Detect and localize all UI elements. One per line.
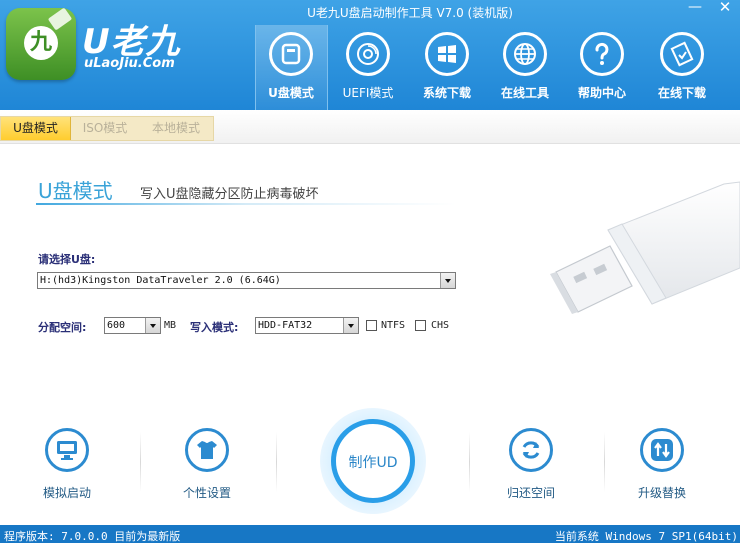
minimize-button[interactable]: — (680, 0, 710, 20)
section-divider (36, 203, 456, 205)
tab-local-mode[interactable]: 本地模式 (139, 117, 213, 140)
version-status: 程序版本: 7.0.0.0 目前为最新版 (4, 530, 181, 543)
globe-icon (503, 32, 547, 76)
nav-help-center[interactable]: 帮助中心 (567, 28, 637, 106)
nav-label: U盘模式 (268, 86, 314, 100)
window-title: U老九U盘启动制作工具 V7.0 (装机版) (307, 6, 513, 20)
ntfs-label: NTFS (381, 320, 406, 331)
question-icon (580, 32, 624, 76)
disc-icon (346, 32, 390, 76)
tab-iso-mode[interactable]: ISO模式 (71, 117, 139, 140)
chs-checkbox[interactable] (415, 320, 426, 331)
nav-label: 在线下载 (657, 86, 706, 100)
toolbar-divider (604, 432, 605, 492)
mode-tabs: U盘模式 ISO模式 本地模式 (0, 116, 214, 141)
tab-usb-mode[interactable]: U盘模式 (1, 117, 71, 140)
chevron-down-icon[interactable] (343, 318, 358, 333)
upgrade-button[interactable]: 升级替换 (622, 428, 702, 501)
section-title: U盘模式 (38, 179, 113, 203)
ntfs-checkbox[interactable] (366, 320, 377, 331)
chevron-down-icon[interactable] (440, 273, 455, 288)
monitor-icon (45, 428, 89, 472)
personalize-label: 个性设置 (182, 486, 231, 500)
app-logo-icon: 九 (6, 7, 76, 80)
personalize-button[interactable]: 个性设置 (167, 428, 247, 501)
chevron-down-icon[interactable] (145, 318, 160, 333)
nav-label: 系统下载 (422, 86, 471, 100)
toolbar-divider (276, 432, 277, 492)
nav-uefi-mode[interactable]: UEFI模式 (333, 28, 403, 106)
alloc-space-select[interactable]: 600 (104, 317, 161, 334)
status-bar: 程序版本: 7.0.0.0 目前为最新版 当前系统 Windows 7 SP1(… (0, 525, 740, 543)
toolbar-divider (140, 432, 141, 492)
alloc-space-value: 600 (107, 320, 126, 331)
usb-drive-illustration (550, 181, 740, 314)
nav-usb-mode[interactable]: U盘模式 (256, 28, 326, 106)
make-ud-label: 制作UD (348, 455, 398, 471)
up-down-arrows-icon (640, 428, 684, 472)
title-header: U老九U盘启动制作工具 V7.0 (装机版) — ✕ 九 U老九 uLaoJiu… (0, 0, 740, 110)
windows-logo-icon (425, 32, 469, 76)
restore-space-label: 归还空间 (506, 486, 555, 500)
nav-online-download[interactable]: 在线下载 (647, 28, 717, 106)
refresh-icon (509, 428, 553, 472)
write-mode-label: 写入模式: (190, 321, 239, 334)
system-status: 当前系统 Windows 7 SP1(64bit) (554, 530, 738, 543)
tshirt-icon (185, 428, 229, 472)
nav-label: 在线工具 (500, 86, 549, 100)
simulate-boot-label: 模拟启动 (42, 486, 91, 500)
make-ud-button[interactable]: 制作UD (331, 419, 415, 503)
close-button[interactable]: ✕ (710, 0, 740, 20)
usb-drive-icon (269, 32, 313, 76)
nav-label: 帮助中心 (577, 86, 626, 100)
toolbar-divider (469, 432, 470, 492)
nav-online-tools[interactable]: 在线工具 (490, 28, 560, 106)
write-mode-select[interactable]: HDD-FAT32 (255, 317, 359, 334)
select-drive-label: 请选择U盘: (38, 253, 96, 266)
nav-label: UEFI模式 (342, 86, 394, 100)
simulate-boot-button[interactable]: 模拟启动 (27, 428, 107, 501)
section-description: 写入U盘隐藏分区防止病毒破坏 (140, 187, 319, 202)
nav-system-download[interactable]: 系统下载 (412, 28, 482, 106)
upgrade-label: 升级替换 (637, 486, 686, 500)
logo-url: uLaoJiu.Com (84, 56, 175, 71)
logo-plug-shape (47, 7, 73, 31)
logo-glyph: 九 (24, 26, 58, 60)
alloc-unit: MB (164, 320, 177, 331)
download-icon (660, 32, 704, 76)
chs-label: CHS (431, 320, 450, 331)
drive-select-value: H:(hd3)Kingston DataTraveler 2.0 (6.64G) (40, 275, 281, 286)
write-mode-value: HDD-FAT32 (258, 320, 313, 331)
restore-space-button[interactable]: 归还空间 (491, 428, 571, 501)
alloc-space-label: 分配空间: (38, 321, 87, 334)
drive-select[interactable]: H:(hd3)Kingston DataTraveler 2.0 (6.64G) (37, 272, 456, 289)
